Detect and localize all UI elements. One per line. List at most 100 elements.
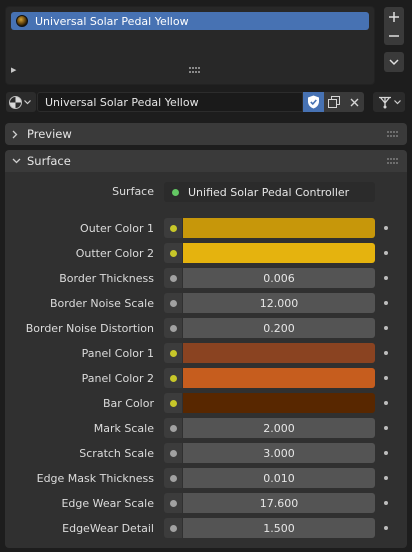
keyframe-dot-icon[interactable]: [384, 251, 388, 255]
keyframe-dot-icon[interactable]: [384, 401, 388, 405]
shield-check-icon: [308, 95, 319, 109]
keyframe-dot-icon[interactable]: [384, 426, 388, 430]
outer-color-1-socket-button[interactable]: [164, 218, 182, 238]
keyframe-dot-icon[interactable]: [384, 276, 388, 280]
panel-color-2-label: Panel Color 2: [81, 372, 154, 385]
border-noise-distortion-label: Border Noise Distortion: [25, 322, 154, 335]
color-socket-icon: [169, 374, 177, 382]
drag-grip-icon[interactable]: [387, 158, 399, 164]
border-noise-scale-value-field[interactable]: 12.000: [183, 293, 375, 313]
keyframe-dot-icon[interactable]: [384, 526, 388, 530]
color-socket-icon: [169, 224, 177, 232]
outer-color-1-label: Outer Color 1: [80, 222, 154, 235]
bar-color-color-swatch[interactable]: [183, 393, 375, 413]
value-socket-icon: [169, 474, 177, 482]
surface-panel-title: Surface: [27, 154, 71, 168]
bar-color-socket-button[interactable]: [164, 393, 182, 413]
material-name-field[interactable]: Universal Solar Pedal Yellow: [37, 92, 303, 112]
material-slot-label: Universal Solar Pedal Yellow: [35, 14, 189, 28]
color-socket-icon: [169, 399, 177, 407]
keyframe-dot-icon[interactable]: [384, 501, 388, 505]
preview-panel-title: Preview: [27, 127, 72, 141]
node-tree-icon: [378, 96, 391, 108]
surface-shader-name: Unified Solar Pedal Controller: [188, 185, 350, 199]
panel-color-2-color-swatch[interactable]: [183, 368, 375, 388]
keyframe-dot-icon[interactable]: [384, 326, 388, 330]
border-noise-distortion-socket-button[interactable]: [164, 318, 182, 338]
plus-icon: [389, 11, 399, 22]
border-thickness-value: 0.006: [263, 271, 295, 285]
mark-scale-label: Mark Scale: [93, 422, 154, 435]
panel-color-2-socket-button[interactable]: [164, 368, 182, 388]
edge-wear-scale-label: Edge Wear Scale: [61, 497, 154, 510]
surface-shader-field[interactable]: Unified Solar Pedal Controller: [164, 182, 375, 202]
edge-wear-scale-socket-button[interactable]: [164, 493, 182, 513]
material-slot-item[interactable]: Universal Solar Pedal Yellow: [11, 12, 369, 30]
edgewear-detail-socket-button[interactable]: [164, 518, 182, 538]
minus-icon: [389, 34, 399, 37]
node-tree-menu-button[interactable]: [373, 92, 405, 112]
keyframe-dot-icon[interactable]: [384, 351, 388, 355]
border-noise-scale-socket-button[interactable]: [164, 293, 182, 313]
border-thickness-value-field[interactable]: 0.006: [183, 268, 375, 288]
mark-scale-value: 2.000: [263, 421, 295, 435]
edge-mask-thickness-value-field[interactable]: 0.010: [183, 468, 375, 488]
chevron-down-icon: [12, 158, 24, 164]
outer-color-1-color-swatch[interactable]: [183, 218, 375, 238]
panel-color-1-socket-button[interactable]: [164, 343, 182, 363]
outter-color-2-color-swatch[interactable]: [183, 243, 375, 263]
unlink-material-button[interactable]: [344, 92, 364, 112]
material-name-text: Universal Solar Pedal Yellow: [45, 95, 199, 109]
keyframe-dot-icon[interactable]: [384, 226, 388, 230]
mark-scale-socket-button[interactable]: [164, 418, 182, 438]
edgewear-detail-value: 1.500: [263, 521, 295, 535]
duplicate-icon: [328, 96, 340, 108]
add-slot-button[interactable]: [384, 7, 404, 26]
edge-mask-thickness-socket-button[interactable]: [164, 468, 182, 488]
fake-user-button[interactable]: [303, 92, 324, 112]
edgewear-detail-label: EdgeWear Detail: [62, 522, 154, 535]
duplicate-material-button[interactable]: [324, 92, 344, 112]
chevron-down-icon: [24, 99, 31, 104]
keyframe-dot-icon[interactable]: [384, 451, 388, 455]
mark-scale-value-field[interactable]: 2.000: [183, 418, 375, 438]
resize-grip-icon[interactable]: [189, 67, 201, 73]
value-socket-icon: [169, 524, 177, 532]
color-socket-icon: [169, 349, 177, 357]
value-socket-icon: [169, 299, 177, 307]
preview-panel-header[interactable]: Preview: [5, 123, 407, 145]
drag-grip-icon[interactable]: [387, 131, 399, 137]
scratch-scale-value: 3.000: [263, 446, 295, 460]
border-noise-scale-value: 12.000: [259, 296, 299, 310]
surface-panel-header[interactable]: Surface: [5, 150, 407, 172]
border-noise-scale-label: Border Noise Scale: [50, 297, 154, 310]
remove-slot-button[interactable]: [384, 26, 404, 45]
panel-color-1-color-swatch[interactable]: [183, 343, 375, 363]
border-noise-distortion-value: 0.200: [263, 321, 295, 335]
scratch-scale-label: Scratch Scale: [79, 447, 154, 460]
keyframe-dot-icon[interactable]: [384, 301, 388, 305]
edge-wear-scale-value-field[interactable]: 17.600: [183, 493, 375, 513]
expand-triangle-icon[interactable]: ▶: [11, 66, 16, 74]
scratch-scale-value-field[interactable]: 3.000: [183, 443, 375, 463]
browse-material-button[interactable]: [6, 92, 36, 112]
surface-label: Surface: [112, 185, 154, 198]
border-noise-distortion-value-field[interactable]: 0.200: [183, 318, 375, 338]
border-thickness-socket-button[interactable]: [164, 268, 182, 288]
material-sphere-icon: [9, 95, 22, 109]
chevron-down-icon: [389, 59, 399, 66]
outter-color-2-socket-button[interactable]: [164, 243, 182, 263]
value-socket-icon: [169, 274, 177, 282]
keyframe-dot-icon[interactable]: [384, 376, 388, 380]
keyframe-dot-icon[interactable]: [384, 476, 388, 480]
chevron-right-icon: [12, 130, 24, 139]
value-socket-icon: [169, 424, 177, 432]
slot-specials-button[interactable]: [384, 52, 404, 72]
scratch-scale-socket-button[interactable]: [164, 443, 182, 463]
edgewear-detail-value-field[interactable]: 1.500: [183, 518, 375, 538]
value-socket-icon: [169, 324, 177, 332]
edge-mask-thickness-value: 0.010: [263, 471, 295, 485]
color-socket-icon: [169, 249, 177, 257]
edge-wear-scale-value: 17.600: [259, 496, 299, 510]
outter-color-2-label: Outter Color 2: [75, 247, 154, 260]
